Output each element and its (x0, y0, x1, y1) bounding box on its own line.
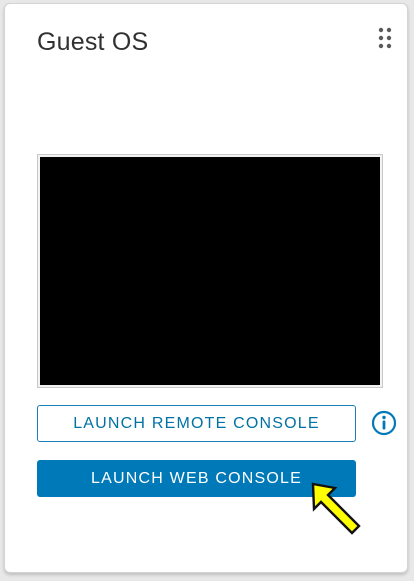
launch-remote-console-button[interactable]: LAUNCH REMOTE CONSOLE (37, 405, 356, 442)
card-title: Guest OS (37, 28, 149, 56)
console-screen (40, 157, 380, 385)
arrow-pointer-icon (311, 482, 361, 535)
guest-os-card: Guest OS LAUNCH REMOTE CONSOLE LAUNCH WE… (4, 3, 408, 573)
info-icon[interactable] (371, 410, 397, 436)
console-thumbnail[interactable] (37, 154, 383, 388)
drag-handle-icon[interactable] (377, 26, 393, 50)
